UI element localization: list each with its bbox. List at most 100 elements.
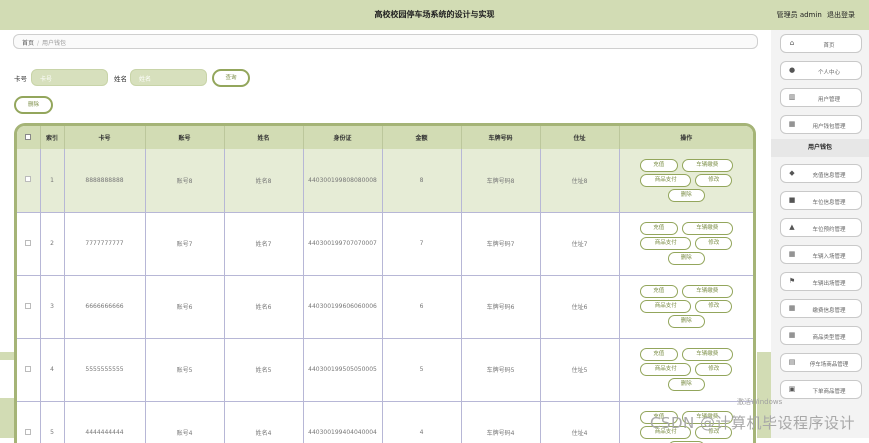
windows-activation-watermark: 激活Windows [737,398,783,406]
goods-pay-button[interactable]: 商品支付 [640,363,692,376]
row-checkbox[interactable] [25,239,32,246]
sidebar-item-payment[interactable]: ▦ 缴费信息管理 [780,299,862,318]
row-delete-button[interactable]: 删除 [667,315,705,328]
edit-button[interactable]: 修改 [695,173,733,187]
cell-account: 账号5 [145,338,225,402]
breadcrumb-home[interactable]: 首页 [22,40,34,47]
cell-name: 姓名4 [224,401,304,443]
table-header-row: 索引 卡号 账号 姓名 身份证 金额 车牌号码 住址 操作 [17,126,753,149]
col-header-ops: 操作 [680,135,693,142]
row-checkbox[interactable] [25,428,32,435]
recharge-button[interactable]: 充值 [639,158,678,172]
sidebar-item-wallet-management[interactable]: ▦ 用户钱包管理 [780,115,862,134]
row-delete-button[interactable]: 删除 [667,378,705,391]
table-row[interactable]: 1 8888888888 账号8 姓名8 440300199808080008 … [17,149,753,213]
cell-account: 账号7 [145,212,225,276]
sidebar-item-label: 下单商品管理 [812,389,846,395]
user-icon: ● [788,66,796,74]
recharge-button[interactable]: 充值 [639,285,678,298]
sidebar-item-home[interactable]: ⌂ 首页 [780,34,862,53]
sidebar-item-orders[interactable]: ▣ 下单商品管理 [780,380,862,399]
cell-card: 4444444444 [64,401,146,443]
col-header-index: 索引 [40,126,65,149]
edit-button[interactable]: 修改 [695,363,733,376]
name-label: 姓名 [114,75,127,83]
sidebar-item-wallet-active[interactable]: 用户钱包 [771,139,869,157]
cell-address: 住址8 [540,149,620,213]
card-input[interactable]: 卡号 [31,69,108,86]
sidebar-item-user-management[interactable]: ▥ 用户管理 [780,88,862,107]
cell-account: 账号6 [145,275,225,339]
goods-pay-button[interactable]: 商品支付 [640,300,692,313]
query-button[interactable]: 查询 [212,69,250,87]
sidebar-item-label: 充值信息管理 [812,173,846,179]
cell-index: 4 [40,338,65,402]
row-checkbox[interactable] [25,302,32,309]
cell-address: 住址5 [540,338,620,402]
row-checkbox-cell[interactable] [17,275,41,339]
sidebar-item-recharge[interactable]: ◆ 充值信息管理 [780,164,862,183]
table-icon: ▤ [788,358,796,366]
cell-id-card: 440300199707070007 [303,212,383,276]
table-row[interactable]: 4 5555555555 账号5 姓名5 440300199505050005 … [17,338,753,402]
recharge-button[interactable]: 充值 [639,348,678,361]
sidebar-item-parking-goods[interactable]: ▤ 停车场商品管理 [780,353,862,372]
delete-button[interactable]: 删除 [14,96,53,114]
recharge-button[interactable]: 充值 [639,222,678,235]
cell-plate: 车牌号码6 [461,275,541,339]
row-delete-button[interactable]: 删除 [667,188,705,202]
row-checkbox[interactable] [25,176,32,183]
row-delete-button[interactable]: 删除 [667,252,705,265]
table-row[interactable]: 5 4444444444 账号4 姓名4 440300199404040004 … [17,401,753,443]
cell-name: 姓名7 [224,212,304,276]
sidebar-item-reservation[interactable]: ▲ 车位预约管理 [780,218,862,237]
goods-pay-button[interactable]: 商品支付 [640,237,692,250]
home-icon: ⌂ [789,39,795,47]
sidebar-item-vehicle-entry[interactable]: ▦ 车辆入场管理 [780,245,862,264]
cell-index: 1 [40,149,65,213]
grid-icon: ▦ [788,120,796,128]
table-row[interactable]: 3 6666666666 账号6 姓名6 440300199606060006 … [17,275,753,339]
sidebar-item-label: 车位信息管理 [812,200,846,206]
row-checkbox[interactable] [25,365,32,372]
table-row[interactable]: 2 7777777777 账号7 姓名7 440300199707070007 … [17,212,753,276]
user-area: 管理员 admin 退出登录 [774,10,855,20]
cell-name: 姓名5 [224,338,304,402]
wallet-table: 索引 卡号 账号 姓名 身份证 金额 车牌号码 住址 操作 1 88888888… [14,123,756,443]
cell-index: 3 [40,275,65,339]
car-fee-button[interactable]: 车辆缴费 [681,285,733,298]
name-input[interactable]: 姓名 [130,69,207,86]
flag-icon: ⚑ [788,277,796,285]
logout-link[interactable]: 退出登录 [827,11,855,19]
row-checkbox-cell[interactable] [17,338,41,402]
car-fee-button[interactable]: 车辆缴费 [681,348,733,361]
cell-account: 账号8 [145,149,225,213]
car-fee-button[interactable]: 车辆缴费 [681,158,733,172]
cell-index: 5 [40,401,65,443]
select-all-checkbox[interactable] [25,133,32,140]
sidebar-item-parking-space[interactable]: ■ 车位信息管理 [780,191,862,210]
row-checkbox-cell[interactable] [17,212,41,276]
sidebar-item-label: 缴费信息管理 [812,308,846,314]
col-header-id-card: 身份证 [303,126,383,149]
row-checkbox-cell[interactable] [17,401,41,443]
cell-id-card: 440300199606060006 [303,275,383,339]
select-all-header[interactable] [17,126,41,149]
cell-name: 姓名6 [224,275,304,339]
card-label: 卡号 [14,75,27,83]
edit-button[interactable]: 修改 [695,300,733,313]
car-fee-button[interactable]: 车辆缴费 [681,222,733,235]
row-checkbox-cell[interactable] [17,149,41,213]
cell-card: 7777777777 [64,212,146,276]
col-header-plate: 车牌号码 [461,126,541,149]
bar-chart-icon: ▥ [788,93,796,101]
sidebar-item-vehicle-exit[interactable]: ⚑ 车辆出场管理 [780,272,862,291]
sidebar-item-goods-type[interactable]: ▦ 商品类型管理 [780,326,862,345]
goods-pay-button[interactable]: 商品支付 [640,173,692,187]
edit-button[interactable]: 修改 [695,237,733,250]
cell-card: 5555555555 [64,338,146,402]
cell-ops: 充值车辆缴费 商品支付修改 删除 [619,338,753,402]
square-icon: ■ [788,196,796,204]
col-header-amount: 金额 [382,126,462,149]
sidebar-item-personal-center[interactable]: ● 个人中心 [780,61,862,80]
